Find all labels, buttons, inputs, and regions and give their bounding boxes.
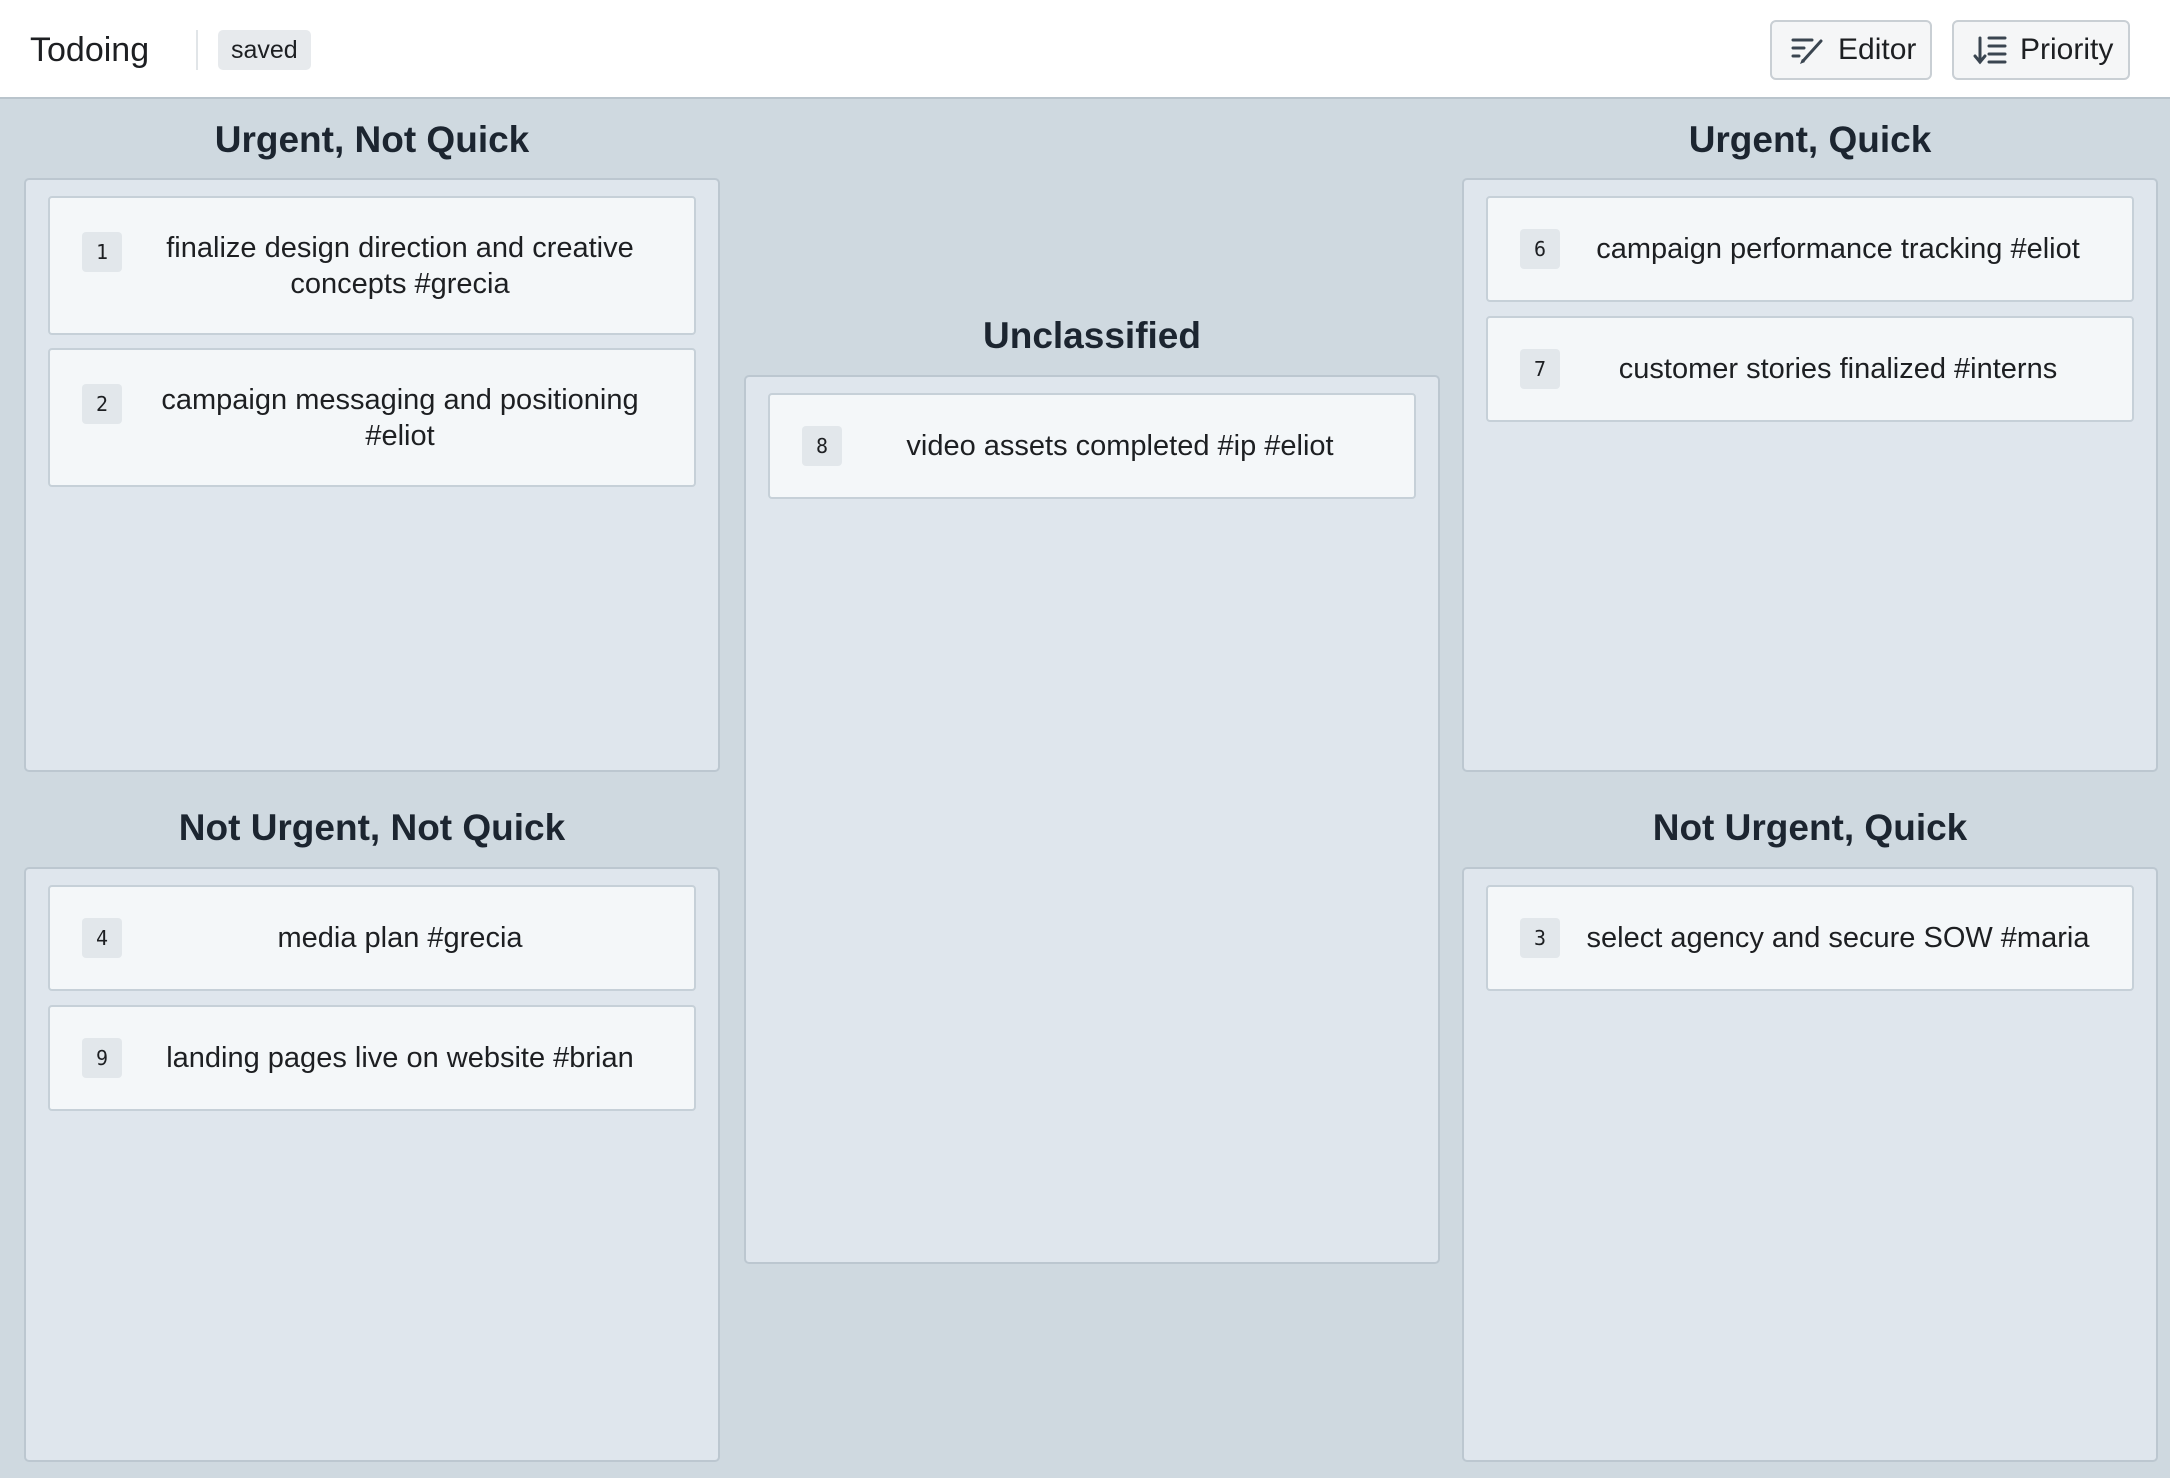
quadrant-unclassified[interactable]: 8 video assets completed #ip #eliot xyxy=(744,375,1440,1264)
task-text: customer stories finalized #interns xyxy=(1618,353,2058,385)
task-number: 9 xyxy=(82,1038,122,1078)
editor-button[interactable]: Editor xyxy=(1770,20,1932,80)
task-text: video assets completed #ip #eliot xyxy=(906,430,1334,462)
task-card[interactable]: 7 customer stories finalized #interns xyxy=(1486,316,2134,422)
task-text: campaign performance tracking #eliot xyxy=(1596,233,2080,265)
top-bar: Todoing saved Editor Priority xyxy=(0,0,2170,99)
task-text: landing pages live on website #brian xyxy=(166,1042,634,1074)
task-text: select agency and secure SOW #maria xyxy=(1586,922,2090,954)
quadrant-not-urgent-not-quick[interactable]: 4 media plan #grecia 9 landing pages liv… xyxy=(24,867,720,1462)
sort-descending-icon xyxy=(1972,32,2008,68)
editor-button-label: Editor xyxy=(1838,33,1917,66)
task-number: 6 xyxy=(1520,229,1560,269)
quadrant-title-not-urgent-not-quick: Not Urgent, Not Quick xyxy=(178,807,566,848)
task-card[interactable]: 4 media plan #grecia xyxy=(48,885,696,991)
priority-button-label: Priority xyxy=(2020,33,2114,66)
priority-sort-button[interactable]: Priority xyxy=(1952,20,2130,80)
task-number: 2 xyxy=(82,384,122,424)
task-text: media plan #grecia xyxy=(277,922,523,954)
quadrant-urgent-quick[interactable]: 6 campaign performance tracking #eliot 7… xyxy=(1462,178,2158,772)
save-status-badge: saved xyxy=(218,30,311,70)
task-text: campaign messaging and positioning #elio… xyxy=(161,384,639,452)
task-number: 1 xyxy=(82,232,122,272)
task-card[interactable]: 1 finalize design direction and creative… xyxy=(48,196,696,335)
task-card[interactable]: 3 select agency and secure SOW #maria xyxy=(1486,885,2134,991)
task-number: 4 xyxy=(82,918,122,958)
task-card[interactable]: 2 campaign messaging and positioning #el… xyxy=(48,348,696,487)
task-text: finalize design direction and creative c… xyxy=(166,232,634,300)
task-number: 7 xyxy=(1520,349,1560,389)
task-card[interactable]: 9 landing pages live on website #brian xyxy=(48,1005,696,1111)
app-title: Todoing xyxy=(30,31,150,69)
quadrant-title-not-urgent-quick: Not Urgent, Quick xyxy=(1652,807,1968,848)
task-card[interactable]: 8 video assets completed #ip #eliot xyxy=(768,393,1416,499)
quadrant-title-urgent-quick: Urgent, Quick xyxy=(1688,119,1932,160)
title-divider xyxy=(196,30,198,70)
edit-list-icon xyxy=(1790,32,1826,68)
quadrant-not-urgent-quick[interactable]: 3 select agency and secure SOW #maria xyxy=(1462,867,2158,1462)
task-number: 3 xyxy=(1520,918,1560,958)
quadrant-urgent-not-quick[interactable]: 1 finalize design direction and creative… xyxy=(24,178,720,772)
quadrant-title-unclassified: Unclassified xyxy=(983,315,1201,356)
task-number: 8 xyxy=(802,426,842,466)
task-card[interactable]: 6 campaign performance tracking #eliot xyxy=(1486,196,2134,302)
quadrant-title-urgent-not-quick: Urgent, Not Quick xyxy=(214,119,530,160)
